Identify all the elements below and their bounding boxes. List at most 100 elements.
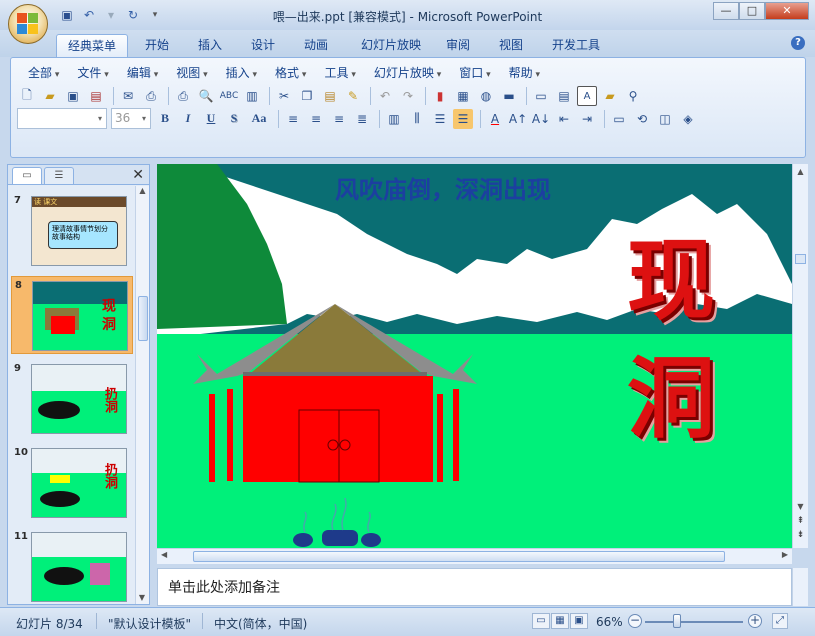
permission-icon[interactable]: ▤ [86, 86, 106, 106]
tab-home[interactable]: 开始 [136, 34, 178, 57]
scroll-up-icon[interactable]: ▲ [793, 167, 808, 176]
new-icon[interactable]: 🗋 [17, 86, 37, 106]
panel-scrollbar[interactable]: ▲ ▼ [135, 186, 149, 604]
fill-icon[interactable]: ◈ [678, 109, 698, 129]
zoom-slider[interactable] [645, 621, 743, 623]
font-name-combo[interactable]: ▾ [17, 108, 107, 129]
office-button[interactable] [8, 4, 48, 44]
slide-thumb-8[interactable]: 8 现 洞 [11, 276, 133, 354]
text-direction-icon[interactable]: ⫼ [407, 109, 427, 129]
cut-icon[interactable]: ✂ [274, 86, 294, 106]
slide-vertical-scrollbar[interactable]: ▲ ▼ ⇞ ⇟ [792, 164, 808, 548]
print-icon[interactable]: ⎙ [173, 86, 193, 106]
columns-icon[interactable]: ▥ [384, 109, 404, 129]
panel-scroll-thumb[interactable] [138, 296, 148, 341]
table-icon[interactable]: ▦ [453, 86, 473, 106]
open-icon[interactable]: ▰ [40, 86, 60, 106]
language-indicator[interactable]: 中文(简体，中国) [214, 615, 307, 632]
scroll-right-icon[interactable]: ▶ [782, 550, 788, 559]
vertical-scroll-thumb[interactable] [795, 254, 806, 264]
email-icon[interactable]: ✉ [118, 86, 138, 106]
find-icon[interactable]: ⚲ [623, 86, 643, 106]
minimize-button[interactable]: — [713, 2, 739, 20]
chart-icon[interactable]: ▮ [430, 86, 450, 106]
tab-animation[interactable]: 动画 [295, 34, 337, 57]
slide-thumbnails[interactable]: 7 读 课文 理清故事情节划分故事结构 8 现 洞 9 扔洞 10 扔洞 11 [8, 186, 136, 604]
tab-view[interactable]: 视图 [490, 34, 532, 57]
fit-to-window-icon[interactable]: ⤢ [772, 613, 788, 629]
menu-view[interactable]: 视图 [167, 64, 216, 80]
slide-horizontal-scrollbar[interactable]: ◀ ▶ [157, 548, 792, 564]
big-char-dong[interactable]: 洞 [627, 348, 715, 448]
zoom-slider-knob[interactable] [673, 614, 681, 628]
scroll-down-icon[interactable]: ▼ [793, 502, 808, 511]
undo-icon[interactable]: ↶ [375, 86, 395, 106]
slide-thumb-10[interactable]: 10 扔洞 [11, 444, 133, 522]
menu-tools[interactable]: 工具 [315, 64, 364, 80]
close-button[interactable]: ✕ [765, 2, 809, 20]
shrink-font-icon[interactable]: A↓ [531, 109, 551, 129]
web-icon[interactable]: ◍ [476, 86, 496, 106]
redo-icon[interactable]: ↷ [398, 86, 418, 106]
scroll-left-icon[interactable]: ◀ [161, 550, 167, 559]
paste-icon[interactable]: ▤ [320, 86, 340, 106]
normal-view-icon[interactable]: ▭ [532, 613, 550, 629]
menu-file[interactable]: 文件 [68, 64, 117, 80]
tab-slideshow[interactable]: 幻灯片放映 [348, 34, 434, 57]
tab-review[interactable]: 审阅 [437, 34, 479, 57]
color-grayscale-icon[interactable]: ▬ [499, 86, 519, 106]
shapes-icon[interactable]: ▭ [609, 109, 629, 129]
slide-thumb-11[interactable]: 11 [11, 528, 133, 604]
tab-insert[interactable]: 插入 [189, 34, 231, 57]
grow-font-icon[interactable]: A↑ [508, 109, 528, 129]
zoom-level[interactable]: 66% [596, 615, 623, 629]
tab-design[interactable]: 设计 [242, 34, 284, 57]
align-left-icon[interactable]: ≡ [283, 109, 303, 129]
previous-slide-icon[interactable]: ⇞ [793, 516, 808, 526]
menu-all[interactable]: 全部 [19, 64, 68, 80]
bullets-icon[interactable]: ☰ [453, 108, 473, 129]
new-slide-icon[interactable]: ▭ [531, 86, 551, 106]
numbering-icon[interactable]: ☰ [430, 109, 450, 129]
menu-help[interactable]: 帮助 [500, 64, 549, 80]
font-color-icon[interactable]: A [485, 109, 505, 129]
design-template[interactable]: "默认设计模板" [108, 615, 191, 632]
justify-icon[interactable]: ≣ [352, 109, 372, 129]
big-char-xian[interactable]: 现 [627, 230, 715, 330]
slide-sorter-icon[interactable]: ▦ [551, 613, 569, 629]
spelling-icon[interactable]: ABC [219, 86, 239, 106]
slide-canvas[interactable]: 风吹庙倒，深洞出现 现 洞 [157, 164, 792, 548]
slideshow-view-icon[interactable]: ▣ [570, 613, 588, 629]
horizontal-scroll-thumb[interactable] [193, 551, 725, 562]
shadow-button[interactable]: S [224, 109, 244, 129]
help-icon[interactable]: ? [791, 36, 805, 50]
slide-title[interactable]: 风吹庙倒，深洞出现 [335, 170, 551, 205]
tab-developer[interactable]: 开发工具 [543, 34, 609, 57]
slide-thumb-7[interactable]: 7 读 课文 理清故事情节划分故事结构 [11, 192, 133, 270]
menu-slideshow[interactable]: 幻灯片放映 [365, 64, 450, 80]
close-icon[interactable]: ✕ [132, 167, 144, 183]
format-painter-icon[interactable]: ✎ [343, 86, 363, 106]
slides-tab[interactable]: ▭ [12, 167, 42, 184]
scroll-down-icon[interactable]: ▼ [136, 593, 148, 602]
folder-icon[interactable]: ▰ [600, 86, 620, 106]
maximize-button[interactable]: □ [739, 2, 765, 20]
save-icon[interactable]: ▣ [63, 86, 83, 106]
print-preview-icon[interactable]: 🔍 [196, 86, 216, 106]
align-right-icon[interactable]: ≡ [329, 109, 349, 129]
copy-icon[interactable]: ❐ [297, 86, 317, 106]
tab-classic-menu[interactable]: 经典菜单 [56, 34, 128, 57]
menu-window[interactable]: 窗口 [450, 64, 499, 80]
shape-style-icon[interactable]: ◫ [655, 109, 675, 129]
menu-insert[interactable]: 插入 [217, 64, 266, 80]
change-case-button[interactable]: Aa [247, 109, 271, 129]
increase-indent-icon[interactable]: ⇥ [577, 109, 597, 129]
notes-pane[interactable]: 单击此处添加备注 [157, 568, 792, 606]
decrease-indent-icon[interactable]: ⇤ [554, 109, 574, 129]
slide-thumb-9[interactable]: 9 扔洞 [11, 360, 133, 438]
font-size-combo[interactable]: 36 ▾ [111, 108, 151, 129]
zoom-in-icon[interactable]: + [748, 614, 762, 628]
research-icon[interactable]: ▥ [242, 86, 262, 106]
align-center-icon[interactable]: ≡ [306, 109, 326, 129]
arrange-icon[interactable]: ⟲ [632, 109, 652, 129]
